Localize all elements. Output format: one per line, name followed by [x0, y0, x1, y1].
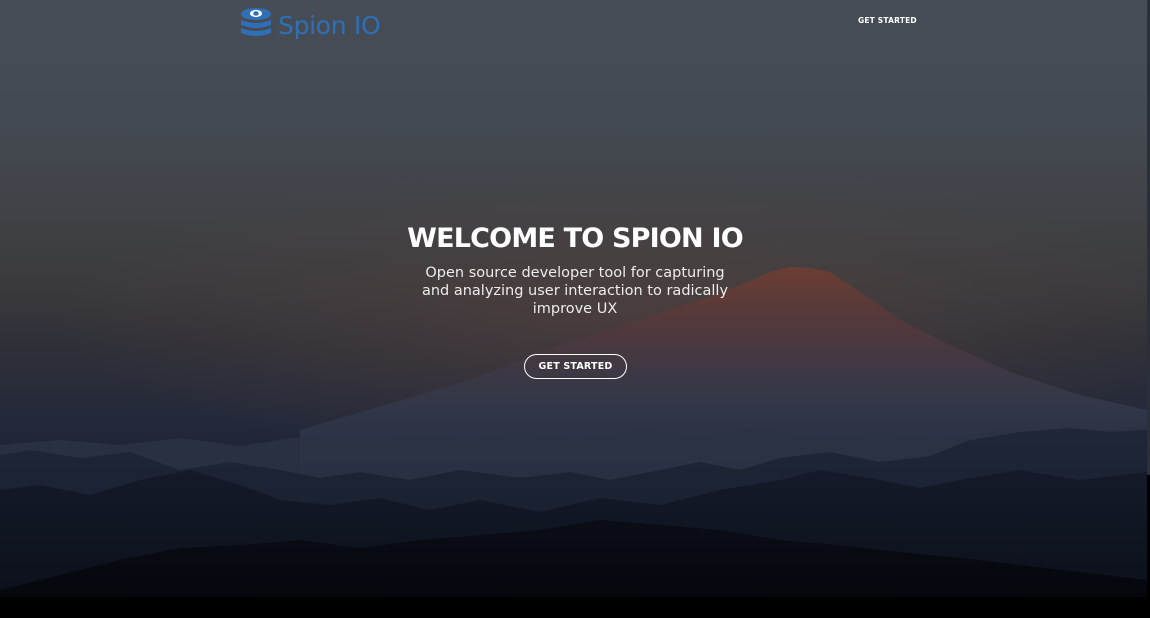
brand-name: Spion IO [278, 10, 381, 40]
nav-get-started-link[interactable]: GET STARTED [858, 16, 917, 25]
hero-headline: WELCOME TO SPION IO [407, 223, 744, 254]
page-bottom-strip [0, 597, 1150, 618]
database-eye-icon [240, 7, 274, 43]
landing-page: Spion IO GET STARTED WELCOME TO SPION IO… [0, 0, 1150, 618]
hero-section: Spion IO GET STARTED WELCOME TO SPION IO… [0, 0, 1147, 597]
brand-logo-link[interactable]: Spion IO [240, 7, 381, 43]
hero-get-started-button[interactable]: GET STARTED [524, 354, 627, 379]
hero-subtext: Open source developer tool for capturing… [421, 265, 729, 317]
